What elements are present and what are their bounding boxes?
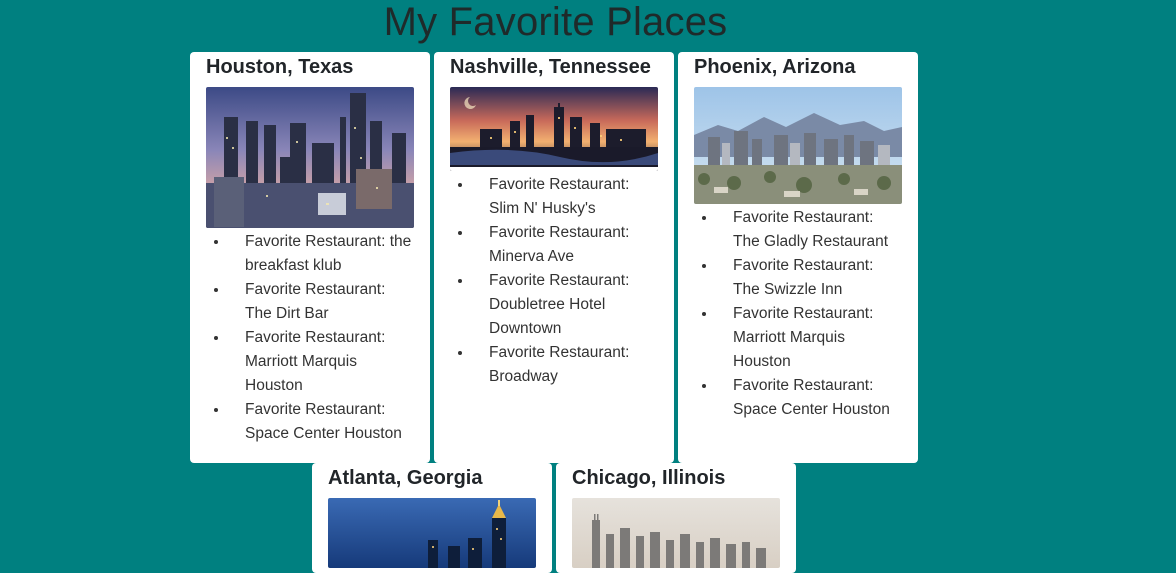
card-nashville: Nashville, Tennessee • Favorite Restaura…	[434, 52, 674, 463]
card-atlanta: Atlanta, Georgia	[312, 463, 552, 573]
card-title: Chicago, Illinois	[572, 467, 726, 489]
list-item: Favorite Restaurant: the breakfast klub	[229, 230, 414, 278]
list-item: Favorite Restaurant: The Swizzle Inn	[717, 254, 902, 302]
page-title: My Favorite Places	[383, 0, 728, 44]
list-item: Favorite Restaurant: Broadway	[473, 341, 658, 389]
list-item: Favorite Restaurant: The Gladly Restaura…	[717, 206, 902, 254]
card-title: Houston, Texas	[206, 56, 354, 78]
card-title: Atlanta, Georgia	[328, 467, 483, 489]
chicago-skyline-image	[572, 498, 780, 568]
cards-row-1: Houston, Texas • Favorite Restaurant: th…	[190, 52, 918, 463]
card-title: Phoenix, Arizona	[694, 56, 856, 78]
card-houston: Houston, Texas • Favorite Restaurant: th…	[190, 52, 430, 463]
restaurant-list: Favorite Restaurant: The Gladly Restaura…	[694, 206, 902, 422]
list-item: Favorite Restaurant: Marriott Marquis Ho…	[717, 302, 902, 374]
card-phoenix: Phoenix, Arizona • Favorite Restaurant: …	[678, 52, 918, 463]
list-item: Favorite Restaurant: The Dirt Bar	[229, 278, 414, 326]
houston-skyline-image	[206, 87, 414, 228]
list-item: Favorite Restaurant: Minerva Ave	[473, 221, 658, 269]
cards-row-2: Atlanta, Georgia Chicago, Illinois	[312, 463, 796, 573]
nashville-skyline-image	[450, 87, 658, 171]
restaurant-list: Favorite Restaurant: Slim N' Husky's Fav…	[450, 173, 658, 389]
atlanta-skyline-image	[328, 498, 536, 568]
list-item: Favorite Restaurant: Slim N' Husky's	[473, 173, 658, 221]
restaurant-list: Favorite Restaurant: the breakfast klub …	[206, 230, 414, 446]
phoenix-skyline-image	[694, 87, 902, 204]
card-chicago: Chicago, Illinois	[556, 463, 796, 573]
list-item: Favorite Restaurant: Space Center Housto…	[229, 398, 414, 446]
list-item: Favorite Restaurant: Space Center Housto…	[717, 374, 902, 422]
card-title: Nashville, Tennessee	[450, 56, 651, 78]
list-item: Favorite Restaurant: Doubletree Hotel Do…	[473, 269, 658, 341]
list-item: Favorite Restaurant: Marriott Marquis Ho…	[229, 326, 414, 398]
